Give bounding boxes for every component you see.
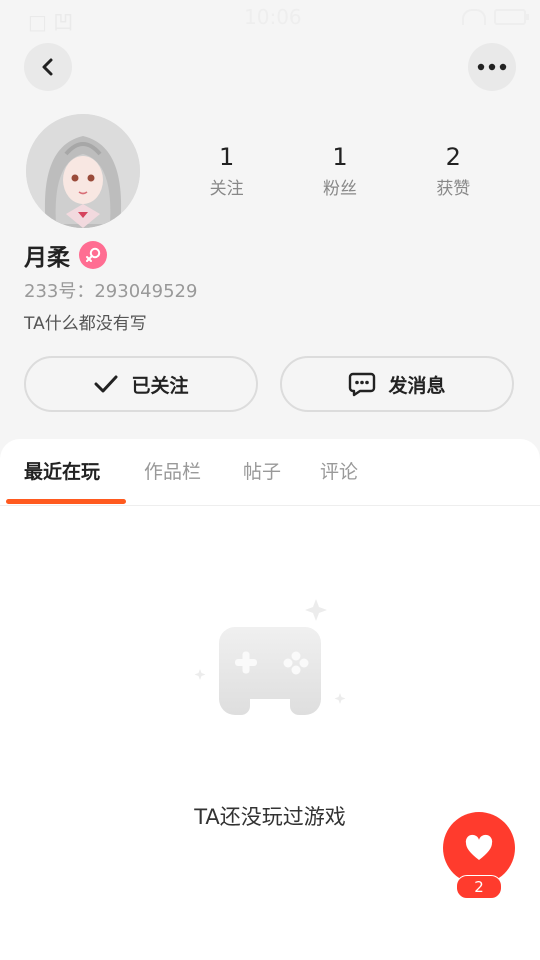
chevron-left-icon bbox=[42, 58, 53, 76]
user-id: 233号：293049529 bbox=[24, 281, 198, 302]
status-time: 10:06 bbox=[244, 5, 302, 29]
wifi-icon bbox=[462, 9, 486, 25]
check-icon bbox=[93, 374, 119, 394]
stat-value: 1 bbox=[219, 143, 235, 171]
send-message-button[interactable]: 发消息 bbox=[280, 356, 514, 412]
stat-value: 1 bbox=[332, 143, 348, 171]
send-message-label: 发消息 bbox=[388, 374, 446, 397]
status-bar: □ 凹 10:06 bbox=[0, 0, 540, 34]
like-fab-button[interactable] bbox=[443, 812, 515, 884]
more-button[interactable] bbox=[468, 43, 516, 91]
stat-label: 获赞 bbox=[436, 179, 471, 199]
tab-works[interactable]: 作品栏 bbox=[144, 457, 201, 484]
stat-value: 2 bbox=[445, 143, 461, 171]
stat-following[interactable]: 1 关注 bbox=[177, 142, 277, 199]
followed-button[interactable]: 已关注 bbox=[24, 356, 258, 412]
carrier-text: □ 凹 bbox=[28, 10, 74, 34]
battery-icon bbox=[494, 9, 529, 25]
active-tab-indicator bbox=[6, 499, 126, 504]
gamepad-icon bbox=[190, 589, 350, 719]
more-horizontal-icon bbox=[477, 63, 507, 71]
heart-icon bbox=[465, 834, 493, 860]
profile-name: 月柔 bbox=[24, 245, 70, 271]
tab-posts[interactable]: 帖子 bbox=[243, 457, 281, 484]
name-row: 月柔 bbox=[24, 238, 107, 272]
status-icons bbox=[462, 9, 529, 25]
avatar-image bbox=[26, 114, 140, 228]
stat-label: 粉丝 bbox=[322, 179, 357, 199]
back-button[interactable] bbox=[24, 43, 72, 91]
avatar[interactable] bbox=[26, 114, 140, 228]
stat-likes[interactable]: 2 获赞 bbox=[403, 142, 503, 199]
tab-bar: 最近在玩 作品栏 帖子 评论 bbox=[0, 439, 540, 506]
stat-followers[interactable]: 1 粉丝 bbox=[290, 142, 390, 199]
stat-label: 关注 bbox=[209, 179, 244, 199]
female-gender-icon bbox=[79, 241, 107, 269]
tab-recently-played[interactable]: 最近在玩 bbox=[24, 457, 100, 484]
chat-bubble-icon bbox=[348, 370, 376, 398]
user-bio: TA什么都没有写 bbox=[24, 314, 147, 334]
profile-stats: 1 关注 1 粉丝 2 获赞 bbox=[170, 142, 510, 199]
tab-comments[interactable]: 评论 bbox=[320, 457, 358, 484]
followed-button-label: 已关注 bbox=[131, 374, 189, 397]
like-count-badge: 2 bbox=[456, 875, 502, 899]
